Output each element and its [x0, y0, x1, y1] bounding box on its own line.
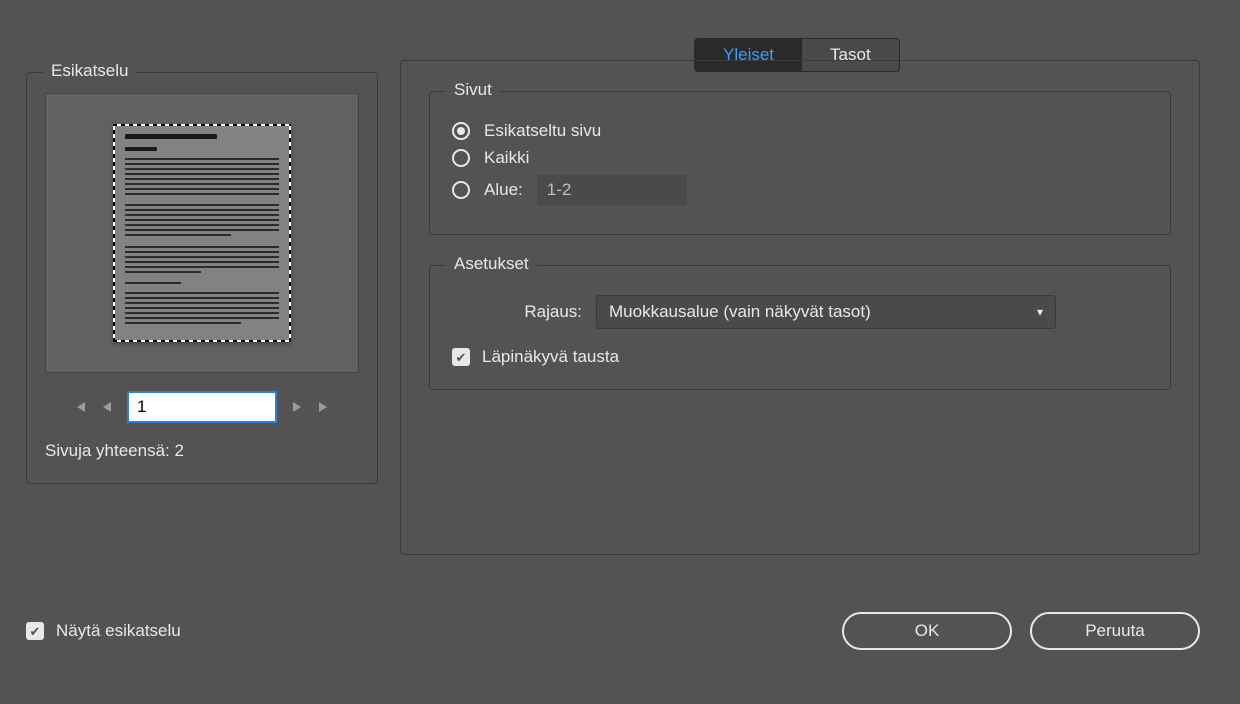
- settings-group: Asetukset Rajaus: Muokkausalue (vain näk…: [429, 265, 1171, 390]
- pdf-options-dialog: Yleiset Tasot Esikatselu: [0, 0, 1240, 704]
- radio-previewed-page[interactable]: Esikatseltu sivu: [452, 121, 1148, 141]
- radio-label: Esikatseltu sivu: [484, 121, 601, 141]
- preview-panel: Esikatselu: [26, 72, 378, 484]
- show-preview-checkbox[interactable]: ✔ Näytä esikatselu: [26, 621, 181, 641]
- radio-icon: [452, 181, 470, 199]
- checkbox-label: Näytä esikatselu: [56, 621, 181, 641]
- radio-range[interactable]: Alue:: [452, 175, 1148, 205]
- next-page-button[interactable]: [291, 400, 303, 414]
- cancel-button[interactable]: Peruuta: [1030, 612, 1200, 650]
- first-page-button[interactable]: [73, 400, 87, 414]
- crop-label: Rajaus:: [452, 302, 582, 322]
- transparent-bg-checkbox[interactable]: ✔ Läpinäkyvä tausta: [452, 347, 1148, 367]
- preview-thumbnail-area: [45, 93, 359, 373]
- settings-group-title: Asetukset: [446, 254, 537, 274]
- checkbox-icon: ✔: [26, 622, 44, 640]
- pager: [45, 391, 359, 423]
- radio-all-pages[interactable]: Kaikki: [452, 148, 1148, 168]
- chevron-down-icon: ▾: [1037, 305, 1043, 319]
- last-page-button[interactable]: [317, 400, 331, 414]
- pages-total-label: Sivuja yhteensä: 2: [45, 441, 359, 461]
- crop-dropdown[interactable]: Muokkausalue (vain näkyvät tasot) ▾: [596, 295, 1056, 329]
- crop-dropdown-value: Muokkausalue (vain näkyvät tasot): [609, 302, 871, 322]
- prev-page-button[interactable]: [101, 400, 113, 414]
- dialog-footer: ✔ Näytä esikatselu OK Peruuta: [26, 612, 1200, 650]
- preview-title: Esikatselu: [43, 61, 136, 81]
- pages-group: Sivut Esikatseltu sivu Kaikki Alue:: [429, 91, 1171, 235]
- pages-group-title: Sivut: [446, 80, 500, 100]
- radio-icon: [452, 149, 470, 167]
- radio-label: Kaikki: [484, 148, 529, 168]
- radio-icon: [452, 122, 470, 140]
- radio-label: Alue:: [484, 180, 523, 200]
- preview-document-page: [113, 124, 291, 342]
- checkbox-icon: ✔: [452, 348, 470, 366]
- checkbox-label: Läpinäkyvä tausta: [482, 347, 619, 367]
- options-panel: Sivut Esikatseltu sivu Kaikki Alue: Aset…: [400, 60, 1200, 555]
- ok-button[interactable]: OK: [842, 612, 1012, 650]
- range-input[interactable]: [537, 175, 687, 205]
- page-number-input[interactable]: [127, 391, 277, 423]
